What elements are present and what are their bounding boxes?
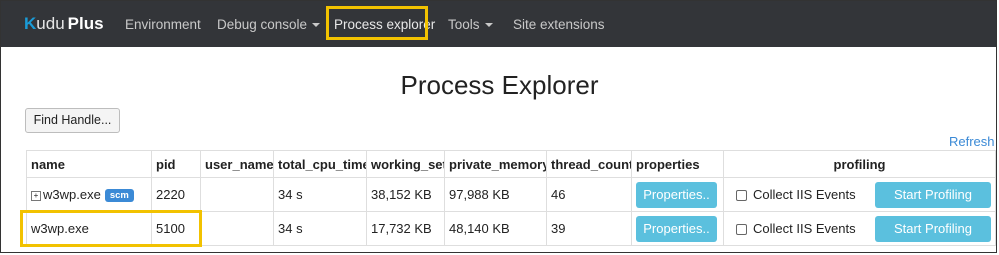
scm-badge: scm bbox=[104, 189, 134, 203]
cell-pid: 5100 bbox=[151, 211, 201, 246]
table-header-row: name pid user_name total_cpu_time workin… bbox=[26, 150, 996, 178]
cell-user-name bbox=[200, 211, 274, 246]
cell-profiling: Collect IIS Events Start Profiling bbox=[723, 177, 996, 212]
nav-site-extensions-label: Site extensions bbox=[513, 17, 605, 32]
column-header-private-memory[interactable]: private_memory bbox=[444, 150, 547, 178]
process-table: name pid user_name total_cpu_time workin… bbox=[26, 150, 996, 246]
brand-logo[interactable]: Kudu Plus bbox=[24, 14, 104, 34]
start-profiling-button[interactable]: Start Profiling bbox=[875, 181, 991, 208]
nav-debug-console-label: Debug console bbox=[217, 17, 308, 32]
start-profiling-button[interactable]: Start Profiling bbox=[875, 215, 991, 242]
cell-thread-count: 39 bbox=[546, 211, 632, 246]
collect-iis-events-option[interactable]: Collect IIS Events bbox=[728, 221, 856, 236]
refresh-link[interactable]: Refresh bbox=[949, 134, 995, 149]
chevron-down-icon bbox=[312, 23, 321, 28]
column-header-user-name[interactable]: user_name bbox=[200, 150, 274, 178]
collect-iis-events-label: Collect IIS Events bbox=[753, 221, 856, 236]
column-header-working-set[interactable]: working_set bbox=[366, 150, 445, 178]
cell-thread-count: 46 bbox=[546, 177, 632, 212]
cell-private-memory: 97,988 KB bbox=[444, 177, 547, 212]
table-row: w3wp.exe 5100 34 s 17,732 KB 48,140 KB 3… bbox=[26, 211, 996, 246]
column-header-profiling: profiling bbox=[723, 150, 996, 178]
page-title: Process Explorer bbox=[400, 70, 599, 100]
nav-site-extensions[interactable]: Site extensions bbox=[513, 17, 605, 32]
expand-icon[interactable]: + bbox=[31, 190, 41, 201]
cell-total-cpu-time: 34 s bbox=[273, 177, 367, 212]
column-header-total-cpu-time[interactable]: total_cpu_time bbox=[273, 150, 367, 178]
column-header-thread-count[interactable]: thread_count bbox=[546, 150, 632, 178]
nav-tools[interactable]: Tools bbox=[448, 17, 493, 32]
cell-private-memory: 48,140 KB bbox=[444, 211, 547, 246]
cell-name: + w3wp.exe scm bbox=[26, 177, 152, 212]
brand-plus: Plus bbox=[67, 14, 104, 33]
find-handle-button[interactable]: Find Handle... bbox=[25, 108, 120, 133]
top-navbar: Kudu Plus Environment Debug console Proce… bbox=[1, 1, 996, 47]
table-row: + w3wp.exe scm 2220 34 s 38,152 KB 97,988 … bbox=[26, 177, 996, 212]
nav-process-explorer[interactable]: Process explorer bbox=[334, 17, 435, 32]
properties-button[interactable]: Properties.. bbox=[636, 181, 717, 208]
properties-button[interactable]: Properties.. bbox=[636, 215, 717, 242]
column-header-properties: properties bbox=[631, 150, 724, 178]
nav-tools-label: Tools bbox=[448, 17, 480, 32]
nav-environment-label: Environment bbox=[125, 17, 201, 32]
collect-iis-events-option[interactable]: Collect IIS Events bbox=[728, 187, 856, 202]
column-header-name[interactable]: name bbox=[26, 150, 152, 178]
process-name: w3wp.exe bbox=[43, 186, 101, 202]
nav-debug-console[interactable]: Debug console bbox=[217, 17, 321, 32]
collect-iis-events-checkbox[interactable] bbox=[736, 190, 747, 202]
nav-environment[interactable]: Environment bbox=[125, 17, 201, 32]
brand-udu: udu bbox=[36, 14, 65, 33]
cell-name: w3wp.exe bbox=[26, 211, 152, 246]
cell-working-set: 38,152 KB bbox=[366, 177, 445, 212]
chevron-down-icon bbox=[484, 23, 493, 28]
collect-iis-events-checkbox[interactable] bbox=[736, 224, 747, 236]
brand-k: K bbox=[24, 14, 37, 33]
cell-properties: Properties.. bbox=[631, 211, 724, 246]
cell-profiling: Collect IIS Events Start Profiling bbox=[723, 211, 996, 246]
cell-total-cpu-time: 34 s bbox=[273, 211, 367, 246]
column-header-pid[interactable]: pid bbox=[151, 150, 201, 178]
process-name: w3wp.exe bbox=[31, 221, 89, 236]
collect-iis-events-label: Collect IIS Events bbox=[753, 187, 856, 202]
nav-process-explorer-label: Process explorer bbox=[334, 17, 436, 32]
cell-working-set: 17,732 KB bbox=[366, 211, 445, 246]
cell-properties: Properties.. bbox=[631, 177, 724, 212]
cell-user-name bbox=[200, 177, 274, 212]
cell-pid: 2220 bbox=[151, 177, 201, 212]
